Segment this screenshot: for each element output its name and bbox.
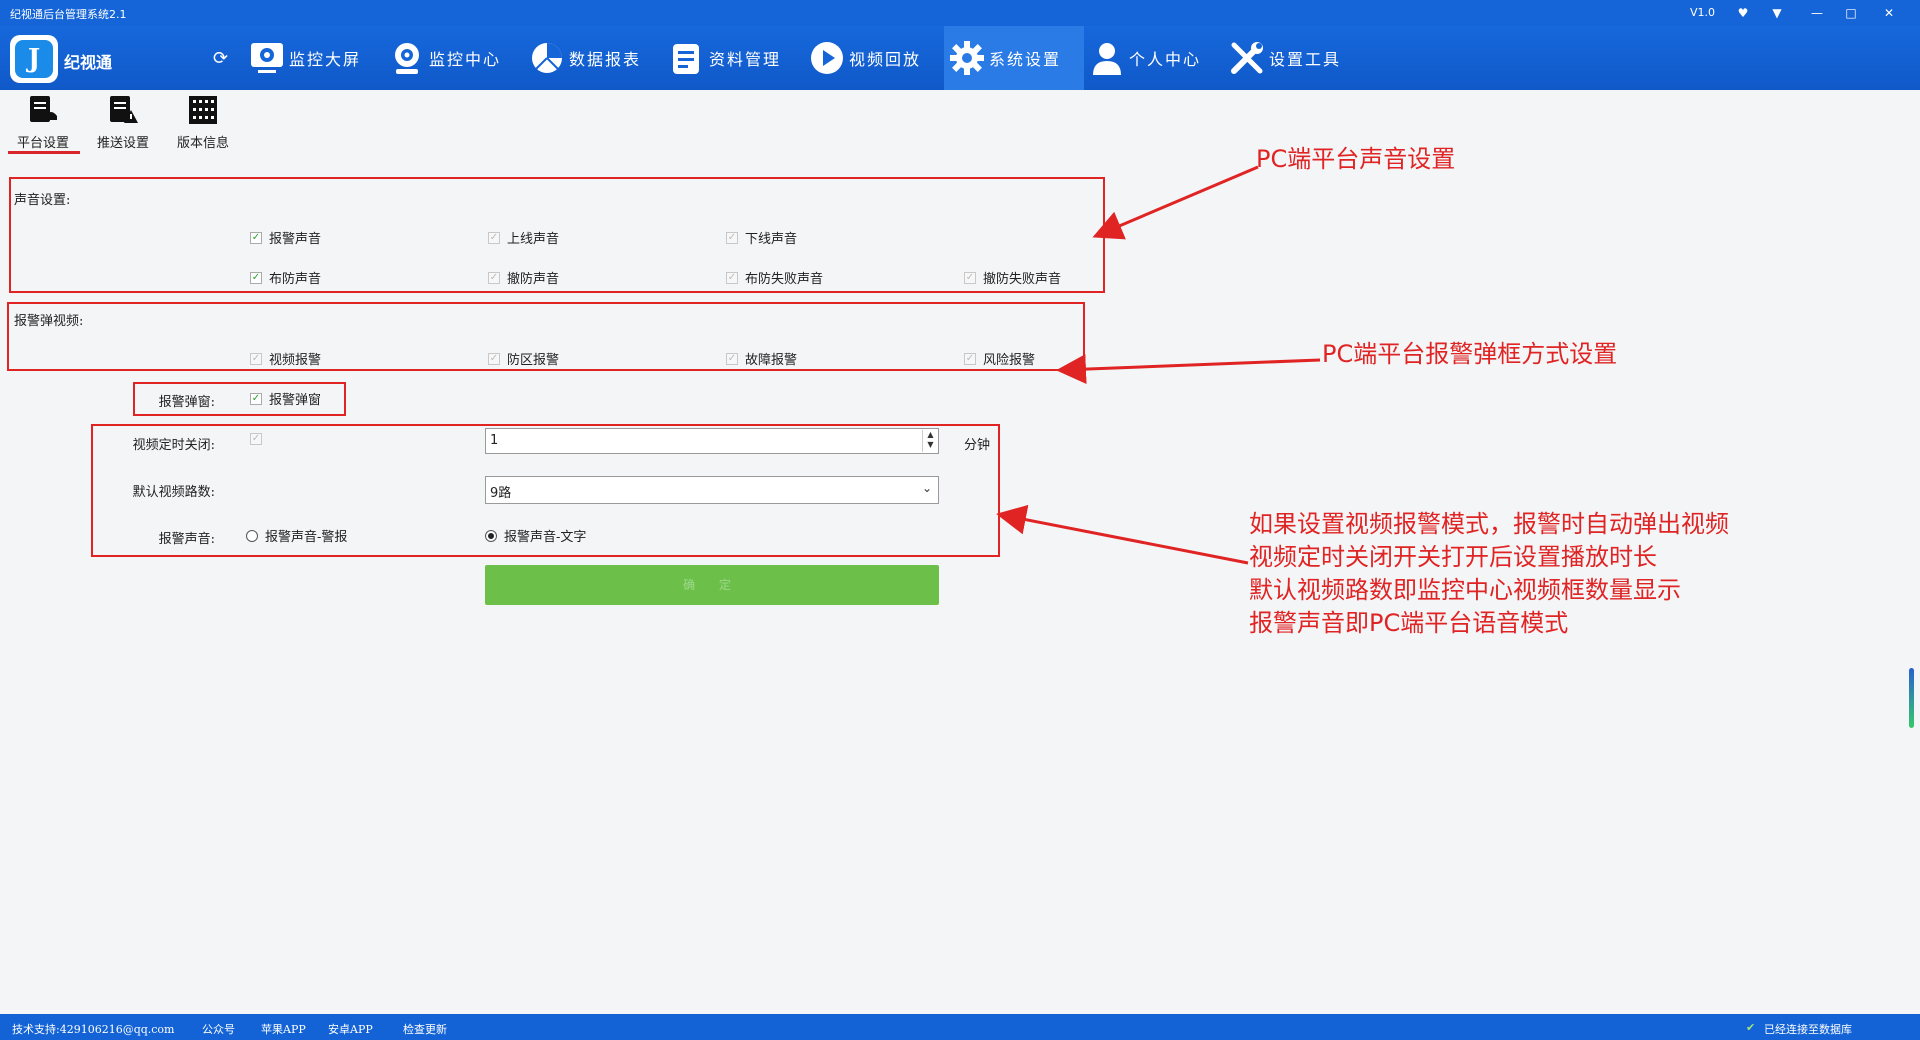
apple-app-link[interactable]: 苹果APP bbox=[261, 1021, 306, 1037]
scrollbar[interactable] bbox=[1909, 668, 1914, 728]
support-link[interactable]: 技术支持:429106216@qq.com bbox=[12, 1021, 175, 1037]
arrow-popup bbox=[1056, 354, 1321, 385]
public-account-link[interactable]: 公众号 bbox=[202, 1021, 235, 1037]
db-status: 已经连接至数据库 bbox=[1764, 1023, 1852, 1036]
android-app-link[interactable]: 安卓APP bbox=[328, 1021, 373, 1037]
connected-icon: ✔ bbox=[1746, 1021, 1756, 1034]
annotation-arrows bbox=[996, 165, 1321, 565]
arrow-video bbox=[996, 504, 1249, 565]
check-update-link[interactable]: 检查更新 bbox=[403, 1021, 447, 1037]
arrow-sound bbox=[1092, 165, 1259, 240]
status-bar: 技术支持:429106216@qq.com 公众号 苹果APP 安卓APP 检查… bbox=[0, 1014, 1920, 1040]
